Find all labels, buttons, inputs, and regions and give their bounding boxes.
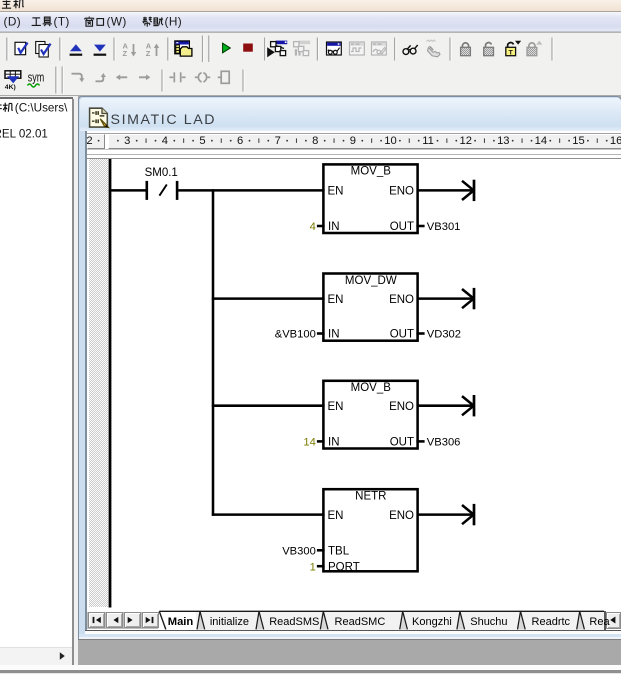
svg-text:VD302: VD302 [427, 329, 461, 341]
svg-text:SIMATIC LAD: SIMATIC LAD [111, 112, 217, 128]
svg-text:5: 5 [199, 135, 205, 147]
svg-text:OUT: OUT [390, 329, 414, 341]
svg-text:initialize: initialize [210, 616, 249, 628]
svg-text:ENO: ENO [389, 510, 414, 522]
svg-text:3: 3 [124, 135, 130, 147]
svg-text:PORT: PORT [328, 561, 360, 573]
svg-text:ENO: ENO [389, 401, 414, 413]
svg-text:4: 4 [162, 135, 168, 147]
svg-text:8: 8 [312, 135, 318, 147]
svg-text:Z: Z [123, 49, 128, 58]
svg-text:OUT: OUT [390, 221, 414, 233]
svg-text:9: 9 [350, 135, 356, 147]
svg-text:14: 14 [303, 437, 315, 449]
svg-text:16: 16 [610, 135, 621, 147]
svg-text:MOV_B: MOV_B [351, 166, 392, 178]
svg-text:4: 4 [310, 221, 316, 233]
svg-text:(H): (H) [165, 15, 183, 29]
svg-text:VB300: VB300 [282, 546, 316, 558]
svg-text:(C:\Users\: (C:\Users\ [15, 101, 68, 114]
svg-text:MOV_B: MOV_B [351, 382, 392, 394]
svg-text:Shuchu: Shuchu [470, 616, 507, 628]
svg-text:ReadSMS: ReadSMS [269, 616, 319, 628]
svg-text:13: 13 [497, 135, 509, 147]
svg-text:(W): (W) [107, 15, 127, 29]
svg-text:REL 02.01: REL 02.01 [0, 127, 48, 140]
svg-text:EN: EN [328, 510, 344, 522]
svg-text:(D): (D) [4, 15, 22, 29]
svg-text:2: 2 [86, 135, 92, 147]
svg-text:6: 6 [237, 135, 243, 147]
svg-text:SM0.1: SM0.1 [145, 167, 178, 179]
svg-text:NETR: NETR [355, 491, 386, 503]
svg-text:ENO: ENO [389, 294, 414, 306]
svg-text:IN: IN [328, 437, 340, 449]
svg-text:EN: EN [328, 401, 344, 413]
svg-text:Readrtc: Readrtc [532, 616, 571, 628]
svg-text:1: 1 [310, 561, 316, 573]
svg-text:15: 15 [572, 135, 584, 147]
svg-text:&VB100: &VB100 [275, 329, 316, 341]
svg-text:11: 11 [422, 135, 434, 147]
svg-text:(T): (T) [54, 15, 70, 29]
svg-text:12: 12 [459, 135, 471, 147]
svg-text:VB306: VB306 [427, 437, 461, 449]
svg-text:IN: IN [328, 221, 340, 233]
svg-text:Main: Main [168, 616, 194, 628]
svg-text:VB301: VB301 [427, 221, 461, 233]
svg-text:TBL: TBL [328, 546, 350, 558]
svg-text:OUT: OUT [390, 437, 414, 449]
svg-text:ReadSMC: ReadSMC [335, 616, 386, 628]
svg-text:IN: IN [328, 329, 340, 341]
svg-text:ENO: ENO [389, 186, 414, 198]
svg-text:sym: sym [28, 70, 45, 85]
svg-text:Kongzhi: Kongzhi [412, 616, 452, 628]
svg-text:Z: Z [146, 49, 151, 58]
svg-text:10: 10 [384, 135, 396, 147]
svg-text:EN: EN [328, 186, 344, 198]
svg-text:7: 7 [275, 135, 281, 147]
svg-text:14: 14 [535, 135, 547, 147]
svg-text:MOV_DW: MOV_DW [345, 275, 397, 287]
svg-text:Rea: Rea [589, 616, 610, 628]
svg-text:EN: EN [328, 294, 344, 306]
svg-text:4K): 4K) [5, 84, 16, 91]
